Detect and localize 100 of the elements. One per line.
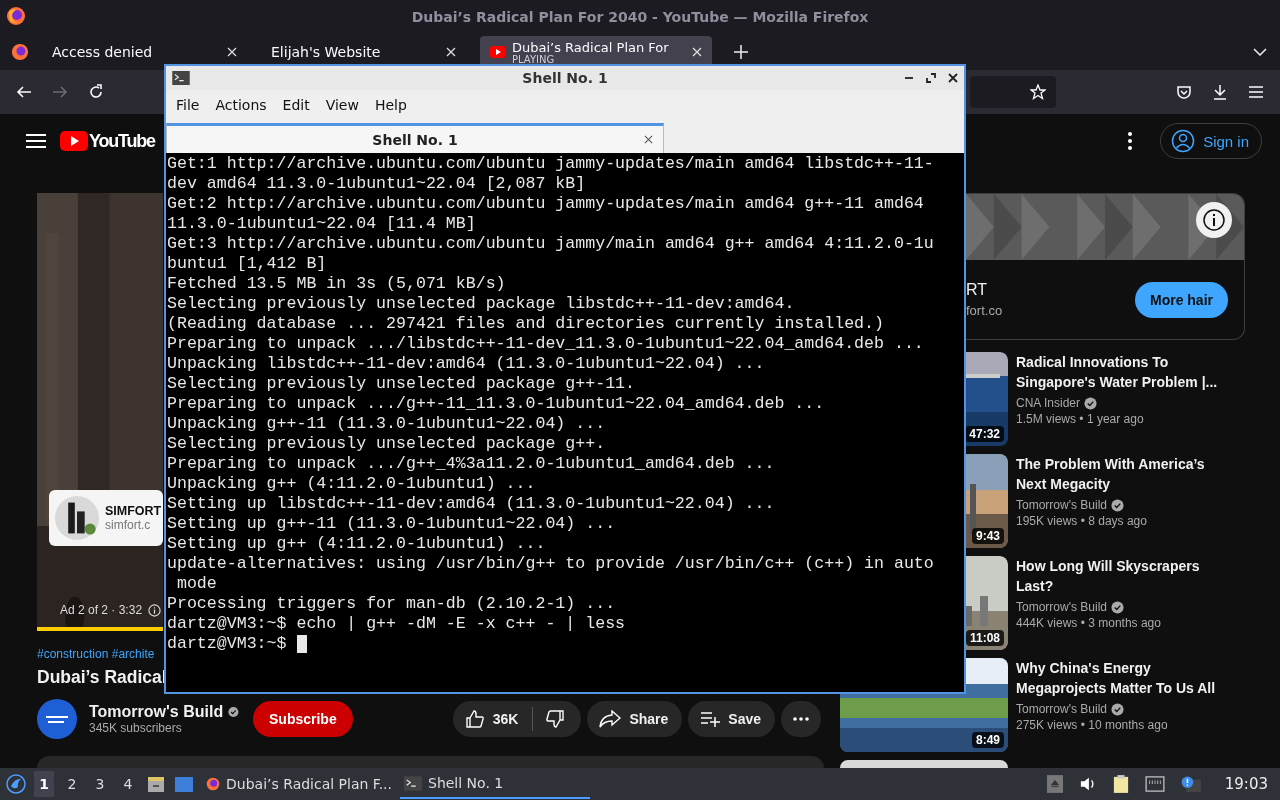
channel-name: Tomorrow's Build [1016,702,1107,716]
channel-name: Tomorrow's Build [1016,498,1107,512]
menu-item[interactable]: File [168,97,208,113]
info-icon[interactable] [1196,202,1232,238]
taskbar-task[interactable]: Dubai’s Radical Plan F... [202,769,392,799]
fox-logo-icon [206,775,220,793]
download-icon[interactable] [1212,84,1228,100]
close-icon[interactable] [948,73,958,83]
menu-item[interactable]: View [317,97,367,113]
clock[interactable]: 19:03 [1224,775,1268,793]
menu-item[interactable]: Actions [207,97,275,113]
terminal-line: Processing triggers for man-db (2.10.2-1) ... [167,594,616,614]
video-title[interactable]: How Long Will Skyscrapers Last? [1016,556,1236,596]
terminal-line: Unpacking g++-11 (11.3.0-1ubuntu1~22.04) ... [167,414,606,434]
terminal-line: Unpacking libstdc++-11-dev:amd64 (11.3.0-1ubuntu1~22.04) ... [167,354,765,374]
browser-tab[interactable]: Elijah's Website [261,36,466,68]
terminal-line: Preparing to unpack .../libstdc++-11-dev_11.3.0-1ubuntu1~22.04_amd64.deb ... [167,334,924,354]
terminal-line: Selecting previously unselected package g++-11. [167,374,636,394]
more-icon [793,717,809,721]
fox-logo-icon [6,6,26,26]
close-icon[interactable] [644,135,653,144]
pocket-icon[interactable] [1176,84,1192,100]
browser-tab[interactable]: Access denied [42,36,247,68]
save-button[interactable]: Save [688,701,775,737]
menu-icon[interactable] [1248,85,1264,99]
duration-label: 9:43 [971,528,1004,544]
file-cabinet-icon[interactable] [146,774,166,794]
terminal-line: Unpacking g++ (4:11.2.0-1ubuntu1) ... [167,474,536,494]
terminal-line: dev amd64 11.3.0-1ubuntu1~22.04 [2,087 kB] [167,174,586,194]
terminal-line: buntu1 [1,412 B] [167,254,327,274]
terminal-line: Preparing to unpack .../g++-11_11.3.0-1ubuntu1~22.04_amd64.deb ... [167,394,825,414]
terminal-prompt: dartz@VM3:~$ [167,634,287,654]
duration-label: 47:32 [965,426,1004,442]
terminal-line: Setting up g++ (4:11.2.0-1ubuntu1) ... [167,534,546,554]
tab-status: PLAYING [512,54,556,65]
reload-icon[interactable] [88,84,104,100]
user-icon [1171,129,1196,153]
terminal-line: Setting up libstdc++-11-dev:amd64 (11.3.0-1ubuntu1~22.04) ... [167,494,775,514]
more-button[interactable] [781,701,821,737]
menu-item[interactable]: Edit [274,97,318,113]
thumbs-up-icon [464,709,485,729]
play-logo-icon [60,131,88,151]
channel-name[interactable]: Tomorrow's Build [89,703,224,721]
notification-icon[interactable] [1180,776,1201,792]
terminal-icon [172,71,190,85]
thumbs-down-icon[interactable] [545,709,566,729]
url-bar[interactable] [970,76,1056,108]
video-title[interactable]: Radical Innovations To Singapore's Water Problem |... [1016,352,1236,392]
workspace-button[interactable]: 2 [62,771,82,797]
chevron-down-icon[interactable] [1253,48,1267,56]
new-tab-icon[interactable] [734,45,748,59]
share-button[interactable]: Share [587,701,683,737]
playlist-add-icon [700,711,721,727]
star-icon[interactable] [1030,84,1046,100]
terminal-line: 11.3.0-1ubuntu1~22.04 [11.4 MB] [167,214,476,234]
fox-logo-icon[interactable] [11,43,29,61]
duration-label: 11:08 [965,630,1004,646]
terminal-line: Selecting previously unselected package libstdc++-11-dev:amd64. [167,294,795,314]
share-arrow-icon [599,710,622,728]
maximize-icon[interactable] [926,73,936,83]
ad-card[interactable]: RT fort.co More hair [966,193,1245,340]
video-stats: 195K views • 8 days ago [1016,514,1148,528]
taskbar-task[interactable]: Shell No. 1 [400,769,590,799]
play-logo-icon [490,46,506,58]
menu-icon[interactable] [26,133,46,149]
video-stats: 1.5M views • 1 year ago [1016,412,1145,426]
channel-avatar[interactable] [37,699,77,739]
terminal-line: Get:1 http://archive.ubuntu.com/ubuntu jammy-updates/main amd64 libstdc++-11- [167,154,934,174]
menu-item[interactable]: Help [366,97,415,113]
video-title: Dubai’s Radical [37,667,167,688]
video-title[interactable]: The Problem With America’s Next Megacity [1016,454,1236,494]
terminal-line: (Reading database ... 297421 files and directories currently installed.) [167,314,884,334]
bird-logo-icon[interactable] [6,774,26,794]
tab-title: Dubai’s Radical Plan For [512,39,670,55]
clipboard-icon[interactable] [1112,775,1129,793]
subscriber-count: 345K subscribers [89,721,183,735]
more-icon[interactable] [1128,132,1133,150]
logo-text[interactable]: YouTube [89,130,155,152]
subscribe-button[interactable]: Subscribe [253,701,353,737]
cta-button[interactable]: More hair [1135,281,1228,318]
terminal-icon [404,775,422,791]
text-cursor [296,635,307,653]
like-button[interactable]: 36K [452,701,533,737]
workspace-button[interactable]: 4 [118,771,138,797]
window-title: Shell No. 1 [522,70,608,86]
network-icon[interactable] [1144,776,1165,792]
back-icon[interactable] [16,84,32,100]
window-icon[interactable] [174,774,194,794]
window-title: Dubai’s Radical Plan For 2040 - YouTube — Mozilla Firefox [411,9,869,25]
terminal-line: update-alternatives: using /usr/bin/g++ to provide /usr/bin/c++ (c++) in auto [167,554,934,574]
terminal-line: mode [175,574,217,594]
channel-name: CNA Insider [1016,396,1081,410]
eject-icon[interactable] [1046,775,1063,793]
terminal-line: dartz@VM3:~$ echo | g++ -dM -E -x c++ - | less [167,614,626,634]
workspace-button[interactable]: 1 [34,771,54,797]
terminal-tab[interactable]: Shell No. 1 [166,123,664,153]
workspace-button[interactable]: 3 [90,771,110,797]
video-title[interactable]: Why China's Energy Megaprojects Matter To Us All [1016,658,1236,698]
video-stats: 275K views • 10 months ago [1016,718,1169,732]
tab-title: Access denied [52,44,154,60]
